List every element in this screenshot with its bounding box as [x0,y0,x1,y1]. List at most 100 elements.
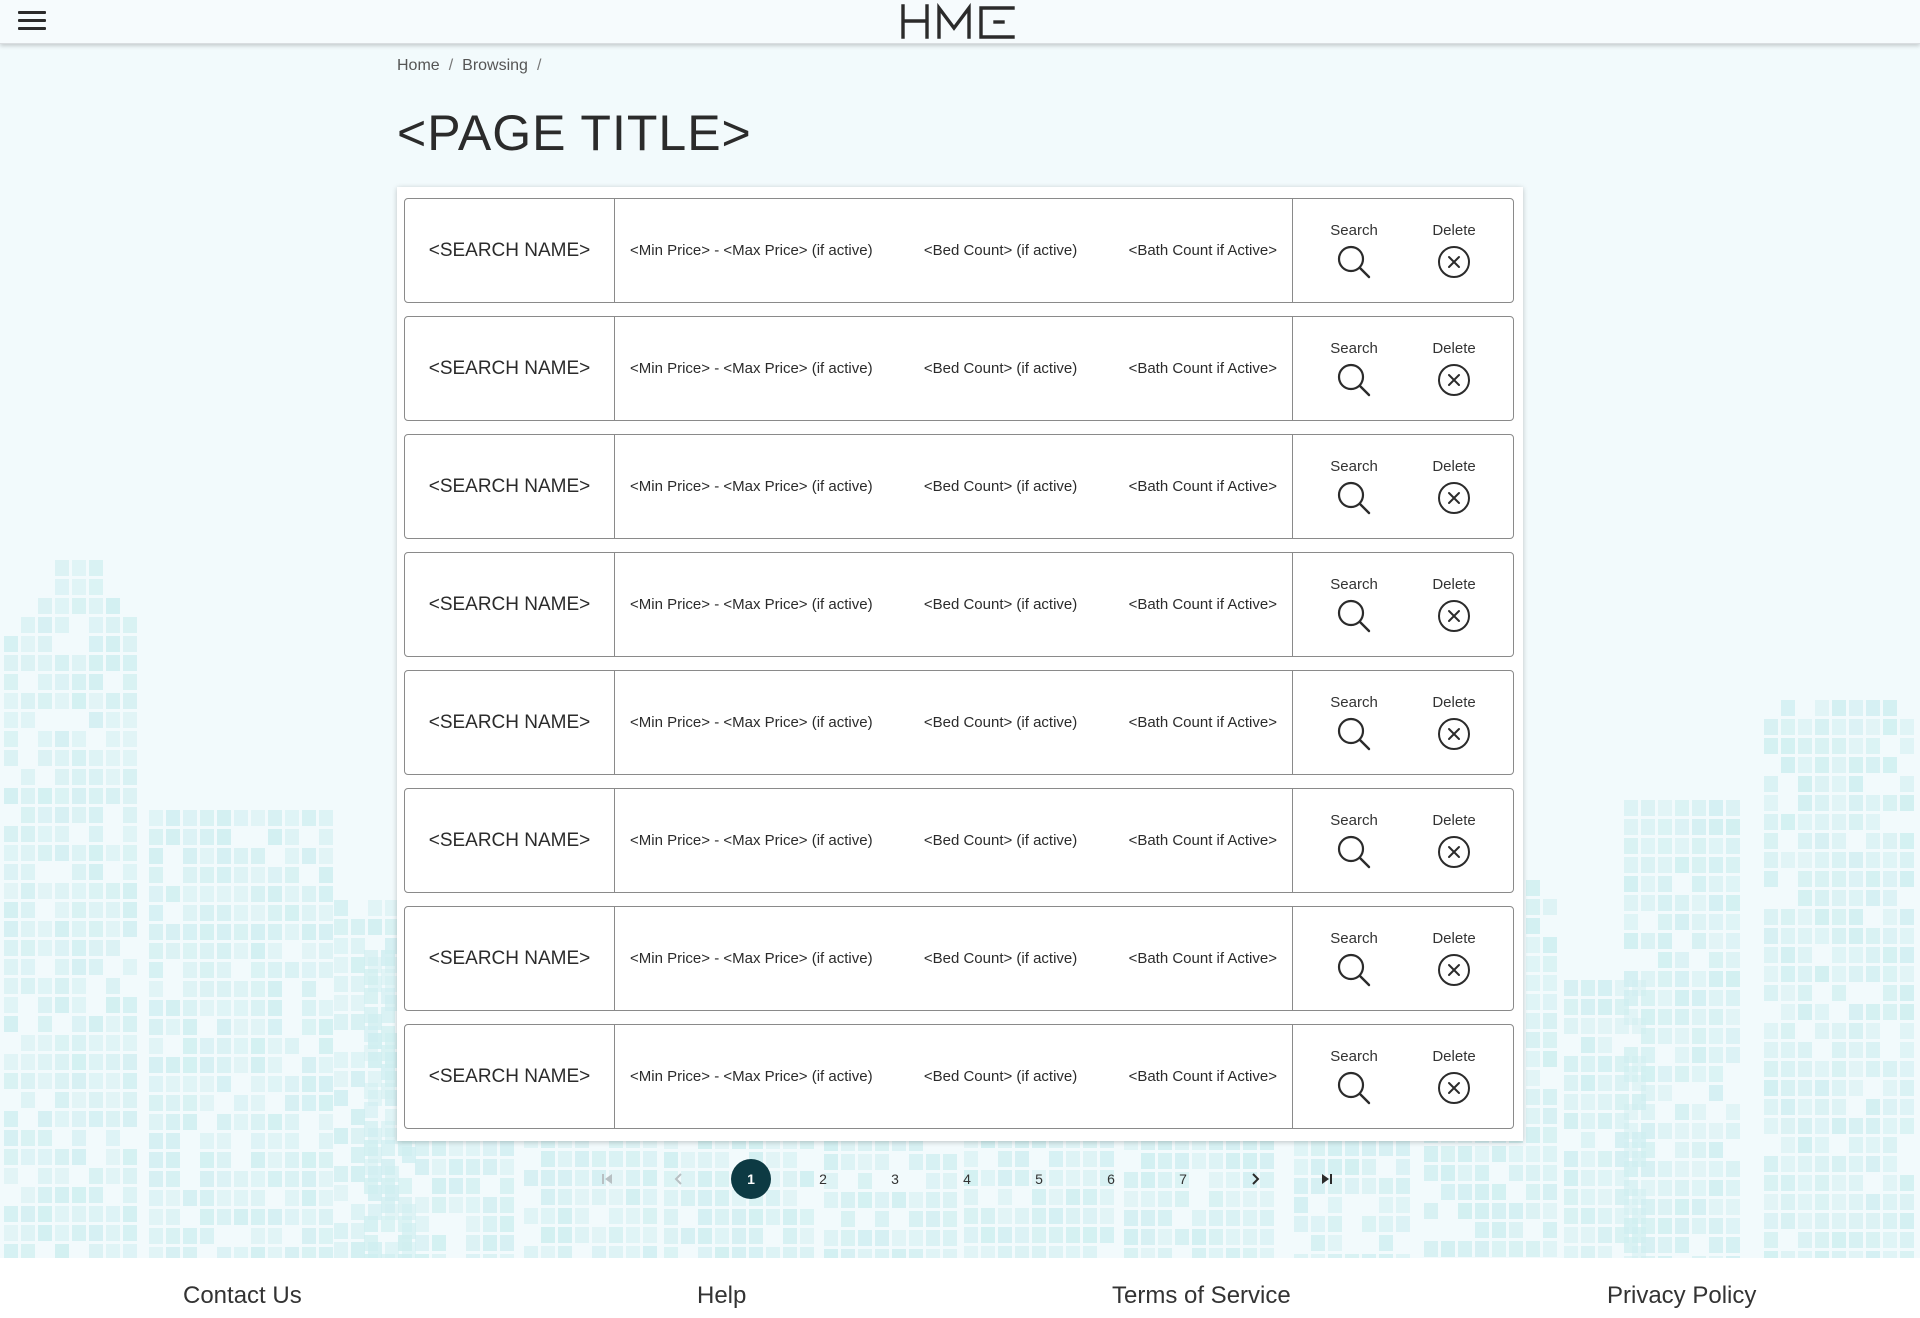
search-name[interactable]: <SEARCH NAME> [405,671,615,774]
page-7-button[interactable]: 7 [1163,1159,1203,1199]
delete-search-button[interactable]: Delete [1432,576,1476,633]
footer-terms-link[interactable]: Terms of Service [1112,1282,1291,1310]
page-1-button[interactable]: 1 [731,1159,771,1199]
delete-button-label: Delete [1432,576,1476,593]
search-name[interactable]: <SEARCH NAME> [405,553,615,656]
search-button-label: Search [1330,340,1378,357]
hamburger-menu-icon[interactable] [18,11,46,33]
skyline-building [149,810,333,1280]
bath-count-filter: <Bath Count if Active> [1128,950,1277,967]
previous-page-button[interactable] [659,1159,699,1199]
saved-search-row: <SEARCH NAME> <Min Price> - <Max Price> … [404,1024,1514,1129]
saved-search-row: <SEARCH NAME> <Min Price> - <Max Price> … [404,316,1514,421]
search-name[interactable]: <SEARCH NAME> [405,435,615,538]
footer-privacy-link[interactable]: Privacy Policy [1607,1282,1756,1310]
delete-search-button[interactable]: Delete [1432,1048,1476,1105]
skyline-building [1764,700,1914,1280]
breadcrumb-browsing[interactable]: Browsing [462,57,528,74]
first-page-button[interactable] [587,1159,627,1199]
run-search-button[interactable]: Search [1330,340,1378,397]
delete-search-button[interactable]: Delete [1432,340,1476,397]
chevron-right-icon [1252,1173,1260,1185]
chevron-left-icon [674,1173,682,1185]
search-icon [1337,599,1371,633]
bath-count-filter: <Bath Count if Active> [1128,596,1277,613]
delete-search-button[interactable]: Delete [1432,930,1476,987]
search-filters: <Min Price> - <Max Price> (if active) <B… [615,199,1293,302]
page-5-button[interactable]: 5 [1019,1159,1059,1199]
search-icon [1337,953,1371,987]
run-search-button[interactable]: Search [1330,458,1378,515]
search-filters: <Min Price> - <Max Price> (if active) <B… [615,789,1293,892]
bath-count-filter: <Bath Count if Active> [1128,1068,1277,1085]
search-name[interactable]: <SEARCH NAME> [405,907,615,1010]
delete-search-button[interactable]: Delete [1432,812,1476,869]
close-circle-icon [1438,836,1471,868]
run-search-button[interactable]: Search [1330,694,1378,751]
run-search-button[interactable]: Search [1330,222,1378,279]
top-navigation-bar [0,0,1920,44]
footer-contact-link[interactable]: Contact Us [183,1282,302,1310]
search-icon [1337,363,1371,397]
saved-search-row: <SEARCH NAME> <Min Price> - <Max Price> … [404,198,1514,303]
search-filters: <Min Price> - <Max Price> (if active) <B… [615,553,1293,656]
run-search-button[interactable]: Search [1330,576,1378,633]
page-3-button[interactable]: 3 [875,1159,915,1199]
delete-button-label: Delete [1432,694,1476,711]
price-range-filter: <Min Price> - <Max Price> (if active) [630,714,873,731]
search-button-label: Search [1330,222,1378,239]
bath-count-filter: <Bath Count if Active> [1128,832,1277,849]
search-button-label: Search [1330,930,1378,947]
search-filters: <Min Price> - <Max Price> (if active) <B… [615,317,1293,420]
delete-button-label: Delete [1432,340,1476,357]
pagination: 1234567 [587,1159,1347,1199]
price-range-filter: <Min Price> - <Max Price> (if active) [630,832,873,849]
search-name[interactable]: <SEARCH NAME> [405,199,615,302]
row-actions: Search Delete [1293,199,1513,302]
footer: Contact Us Help Terms of Service Privacy… [0,1258,1920,1318]
delete-search-button[interactable]: Delete [1432,222,1476,279]
search-icon [1337,717,1371,751]
row-actions: Search Delete [1293,671,1513,774]
page-6-button[interactable]: 6 [1091,1159,1131,1199]
search-filters: <Min Price> - <Max Price> (if active) <B… [615,907,1293,1010]
skyline-building [1624,800,1740,1280]
bed-count-filter: <Bed Count> (if active) [923,478,1078,495]
next-page-button[interactable] [1235,1159,1275,1199]
page-4-button[interactable]: 4 [947,1159,987,1199]
delete-search-button[interactable]: Delete [1432,458,1476,515]
search-button-label: Search [1330,1048,1378,1065]
bath-count-filter: <Bath Count if Active> [1128,242,1277,259]
row-actions: Search Delete [1293,435,1513,538]
breadcrumb-separator: / [536,57,542,74]
close-circle-icon [1438,482,1471,514]
run-search-button[interactable]: Search [1330,812,1378,869]
search-name[interactable]: <SEARCH NAME> [405,789,615,892]
price-range-filter: <Min Price> - <Max Price> (if active) [630,360,873,377]
run-search-button[interactable]: Search [1330,1048,1378,1105]
row-actions: Search Delete [1293,907,1513,1010]
saved-search-row: <SEARCH NAME> <Min Price> - <Max Price> … [404,788,1514,893]
run-search-button[interactable]: Search [1330,930,1378,987]
delete-search-button[interactable]: Delete [1432,694,1476,751]
price-range-filter: <Min Price> - <Max Price> (if active) [630,950,873,967]
footer-help-link[interactable]: Help [697,1282,746,1310]
search-filters: <Min Price> - <Max Price> (if active) <B… [615,435,1293,538]
page-title: <PAGE TITLE> [397,105,752,161]
search-button-label: Search [1330,458,1378,475]
search-name[interactable]: <SEARCH NAME> [405,1025,615,1128]
search-filters: <Min Price> - <Max Price> (if active) <B… [615,671,1293,774]
hme-logo[interactable] [899,2,1019,40]
row-actions: Search Delete [1293,789,1513,892]
breadcrumb-home[interactable]: Home [397,57,440,74]
last-page-icon [1322,1174,1332,1184]
delete-button-label: Delete [1432,1048,1476,1065]
search-icon [1337,481,1371,515]
first-page-icon [602,1174,612,1184]
saved-search-row: <SEARCH NAME> <Min Price> - <Max Price> … [404,552,1514,657]
bed-count-filter: <Bed Count> (if active) [923,360,1078,377]
price-range-filter: <Min Price> - <Max Price> (if active) [630,596,873,613]
last-page-button[interactable] [1307,1159,1347,1199]
search-name[interactable]: <SEARCH NAME> [405,317,615,420]
page-2-button[interactable]: 2 [803,1159,843,1199]
